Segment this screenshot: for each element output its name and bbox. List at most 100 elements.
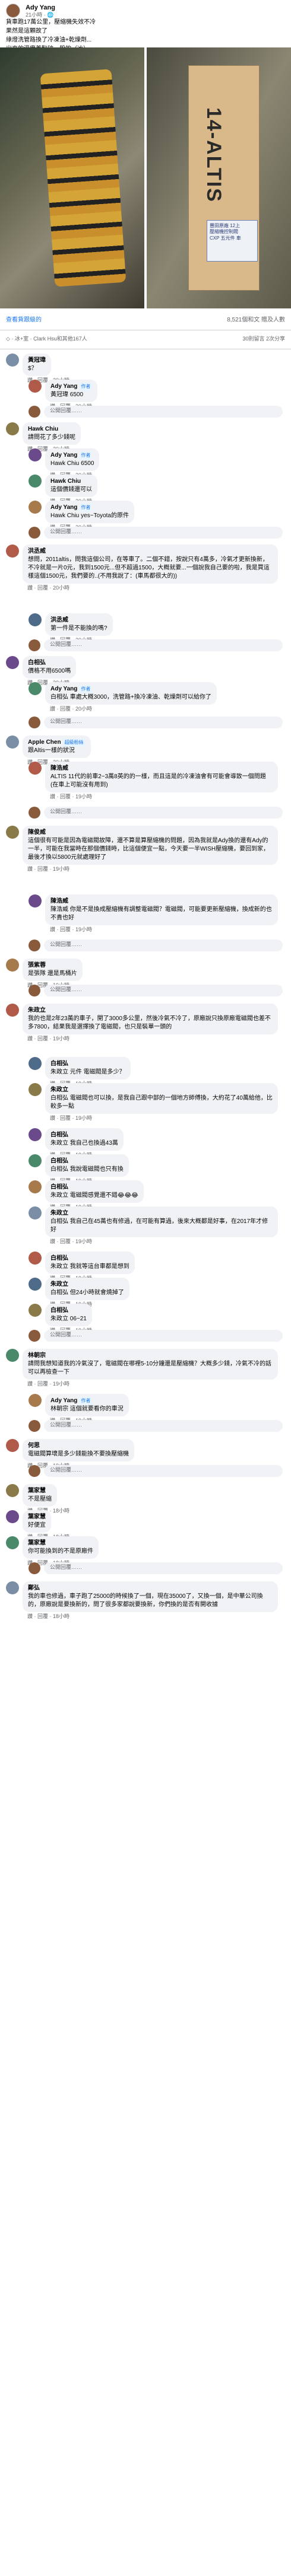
comment-author[interactable]: Ady Yang 作者 xyxy=(50,1397,124,1405)
reply-input[interactable]: 公開回覆…… xyxy=(44,1562,283,1574)
commenter-avatar[interactable] xyxy=(6,656,19,669)
commenter-avatar[interactable] xyxy=(29,448,42,461)
comment-author[interactable]: 葉家慧 xyxy=(28,1513,46,1521)
commenter-avatar[interactable] xyxy=(6,1581,19,1594)
reactions-summary[interactable]: ◇ · 冰+室 · Clark Hsu和其他167人 xyxy=(6,336,87,344)
comment-author[interactable]: 白相弘 xyxy=(50,1131,118,1139)
photo-box[interactable]: 14-ALTIS 豐田原廠 12上 壓縮機控制閥 CXP 五元件 車 xyxy=(147,47,291,308)
commenter-avatar[interactable] xyxy=(6,545,19,558)
commenter-avatar[interactable] xyxy=(29,1252,42,1265)
comment-text: 黃冠瑋 6500 xyxy=(50,391,84,398)
comment-actions[interactable]: 讚 · 回覆 · 19小時 xyxy=(50,926,92,934)
comment-author[interactable]: 朱政立 xyxy=(50,1086,273,1094)
commenter-avatar[interactable] xyxy=(6,826,19,839)
commenter-avatar[interactable] xyxy=(6,1536,19,1549)
commenter-avatar[interactable] xyxy=(6,1439,19,1452)
reply-input[interactable]: 公開回覆…… xyxy=(44,807,283,819)
reply-input[interactable]: 公開回覆…… xyxy=(44,985,283,996)
comment-author[interactable]: 白相弘 xyxy=(50,1060,125,1068)
comment-actions[interactable]: 讚 · 回覆 · 20小時 xyxy=(50,706,92,713)
reply-input[interactable]: 公開回覆…… xyxy=(44,406,283,418)
commenter-avatar[interactable] xyxy=(29,1128,42,1141)
commenter-avatar[interactable] xyxy=(6,354,19,367)
commenter-avatar[interactable] xyxy=(6,1484,19,1497)
commenter-avatar[interactable] xyxy=(29,613,42,626)
reply-input[interactable]: 公開回覆…… xyxy=(44,1420,283,1432)
comment-actions[interactable]: 讚 · 回覆 · 19小時 xyxy=(27,1036,69,1043)
comments-shares-count[interactable]: 30則留言 2次分享 xyxy=(242,336,285,344)
commenter-avatar[interactable] xyxy=(29,1154,42,1167)
comment-actions[interactable]: 讚 · 回覆 · 19小時 xyxy=(50,1115,92,1122)
comment-author[interactable]: 朱政立 xyxy=(50,1281,124,1289)
reply-input[interactable]: 公開回覆…… xyxy=(44,639,283,651)
commenter-avatar[interactable] xyxy=(29,1083,42,1096)
commenter-avatar[interactable] xyxy=(29,682,42,695)
my-avatar xyxy=(29,1562,40,1574)
comment-author[interactable]: Ady Yang 作者 xyxy=(50,685,211,693)
comment-author[interactable]: 張紫蓉 xyxy=(28,961,77,970)
comment-author[interactable]: 白相弘 xyxy=(50,1254,129,1263)
comment-author[interactable]: 葉家慧 xyxy=(28,1487,52,1495)
commenter-avatar[interactable] xyxy=(6,422,19,435)
comment-author[interactable]: 黃冠瑋 xyxy=(28,356,46,365)
comment-author[interactable]: 白相弘 xyxy=(50,1157,124,1166)
commenter-avatar[interactable] xyxy=(29,1057,42,1070)
comment-author[interactable]: 林朝宗 xyxy=(28,1352,273,1360)
reply-input[interactable]: 公開回覆…… xyxy=(44,717,283,728)
comment-actions[interactable]: 讚 · 回覆 · 19小時 xyxy=(27,1381,69,1388)
photo-valve[interactable] xyxy=(0,47,144,308)
commenter-avatar[interactable] xyxy=(6,1510,19,1523)
commenter-avatar[interactable] xyxy=(29,380,42,393)
comment-author[interactable]: Ady Yang 作者 xyxy=(50,383,93,391)
comment-actions[interactable]: 讚 · 回覆 · 19小時 xyxy=(27,866,69,873)
commenter-avatar[interactable] xyxy=(6,735,19,749)
comment-text: 你可能換到的不是原廠件 xyxy=(28,1548,93,1555)
commenter-avatar[interactable] xyxy=(29,1206,42,1219)
comment-author[interactable]: 何思 xyxy=(28,1442,129,1450)
comment-actions[interactable]: 讚 · 回覆 · 19小時 xyxy=(50,794,92,801)
comment-author[interactable]: 洪丞威 xyxy=(28,547,273,556)
comment-author[interactable]: 白相弘 xyxy=(50,1183,138,1192)
commenter-avatar[interactable] xyxy=(6,1004,19,1017)
comment-author[interactable]: 陳俊威 xyxy=(28,829,273,837)
comment-author[interactable]: Hawk Chiu xyxy=(50,477,92,486)
reply-input[interactable]: 公開回覆…… xyxy=(44,527,283,539)
commenter-avatar[interactable] xyxy=(29,762,42,775)
comment-author[interactable]: 白相弘 xyxy=(50,1307,87,1315)
comment-author[interactable]: 白相弘 xyxy=(28,659,71,667)
commenter-avatar[interactable] xyxy=(6,959,19,972)
comment-bubble: 朱政立 白相弘 我自己在45萬也有修過，在可能有算過，後來大概都是好事，在2017… xyxy=(45,1206,278,1237)
commenter-avatar[interactable] xyxy=(29,1394,42,1407)
author-badge: 作者 xyxy=(79,383,93,391)
comment-actions[interactable]: 讚 · 回覆 · 18小時 xyxy=(27,1613,69,1620)
commenter-avatar[interactable] xyxy=(29,894,42,908)
commenter-avatar[interactable] xyxy=(29,475,42,488)
reach-count: 8,521個和文 贈及人數 xyxy=(227,317,285,323)
comment-author[interactable]: 洪丞威 xyxy=(50,616,107,625)
commenter-avatar[interactable] xyxy=(29,1304,42,1317)
post-author-name[interactable]: Ady Yang xyxy=(26,4,55,12)
comment-author[interactable]: Ady Yang 作者 xyxy=(50,504,129,512)
comment-author[interactable]: Apple Chen 超級粉絲 xyxy=(28,738,86,747)
comment-author[interactable]: 朱政立 xyxy=(50,1209,273,1218)
reply-input[interactable]: 公開回覆…… xyxy=(44,940,283,951)
reply-input[interactable]: 公開回覆…… xyxy=(44,1465,283,1477)
comment-author[interactable]: 葉家慧 xyxy=(28,1539,93,1547)
commenter-avatar[interactable] xyxy=(29,1278,42,1291)
comment-bubble: 葉家慧 不是壓縮 xyxy=(23,1484,57,1507)
comment-author[interactable]: Ady Yang 作者 xyxy=(50,451,94,460)
comment-author[interactable]: 朱政立 xyxy=(28,1007,273,1015)
commenter-avatar[interactable] xyxy=(29,501,42,514)
commenter-avatar[interactable] xyxy=(29,1180,42,1193)
comment-actions[interactable]: 讚 · 回覆 · 19小時 xyxy=(50,1238,92,1246)
commenter-avatar[interactable] xyxy=(6,1349,19,1362)
author-avatar[interactable] xyxy=(6,4,20,18)
comment-author[interactable]: Hawk Chiu xyxy=(28,425,75,434)
comment-author[interactable]: 鄭弘 xyxy=(28,1584,273,1593)
comment-bubble: Ady Yang 作者 Hawk Chiu yes~Toyota的原件 xyxy=(45,501,134,523)
comment-author[interactable]: 陳浩威 xyxy=(50,765,273,773)
view-insights-link[interactable]: 查看貨跟級的 xyxy=(6,316,42,324)
comment-author[interactable]: 陳浩威 xyxy=(50,897,273,906)
reply-input[interactable]: 公開回覆…… xyxy=(44,1330,283,1342)
comment-actions[interactable]: 讚 · 回覆 · 20小時 xyxy=(27,585,69,592)
